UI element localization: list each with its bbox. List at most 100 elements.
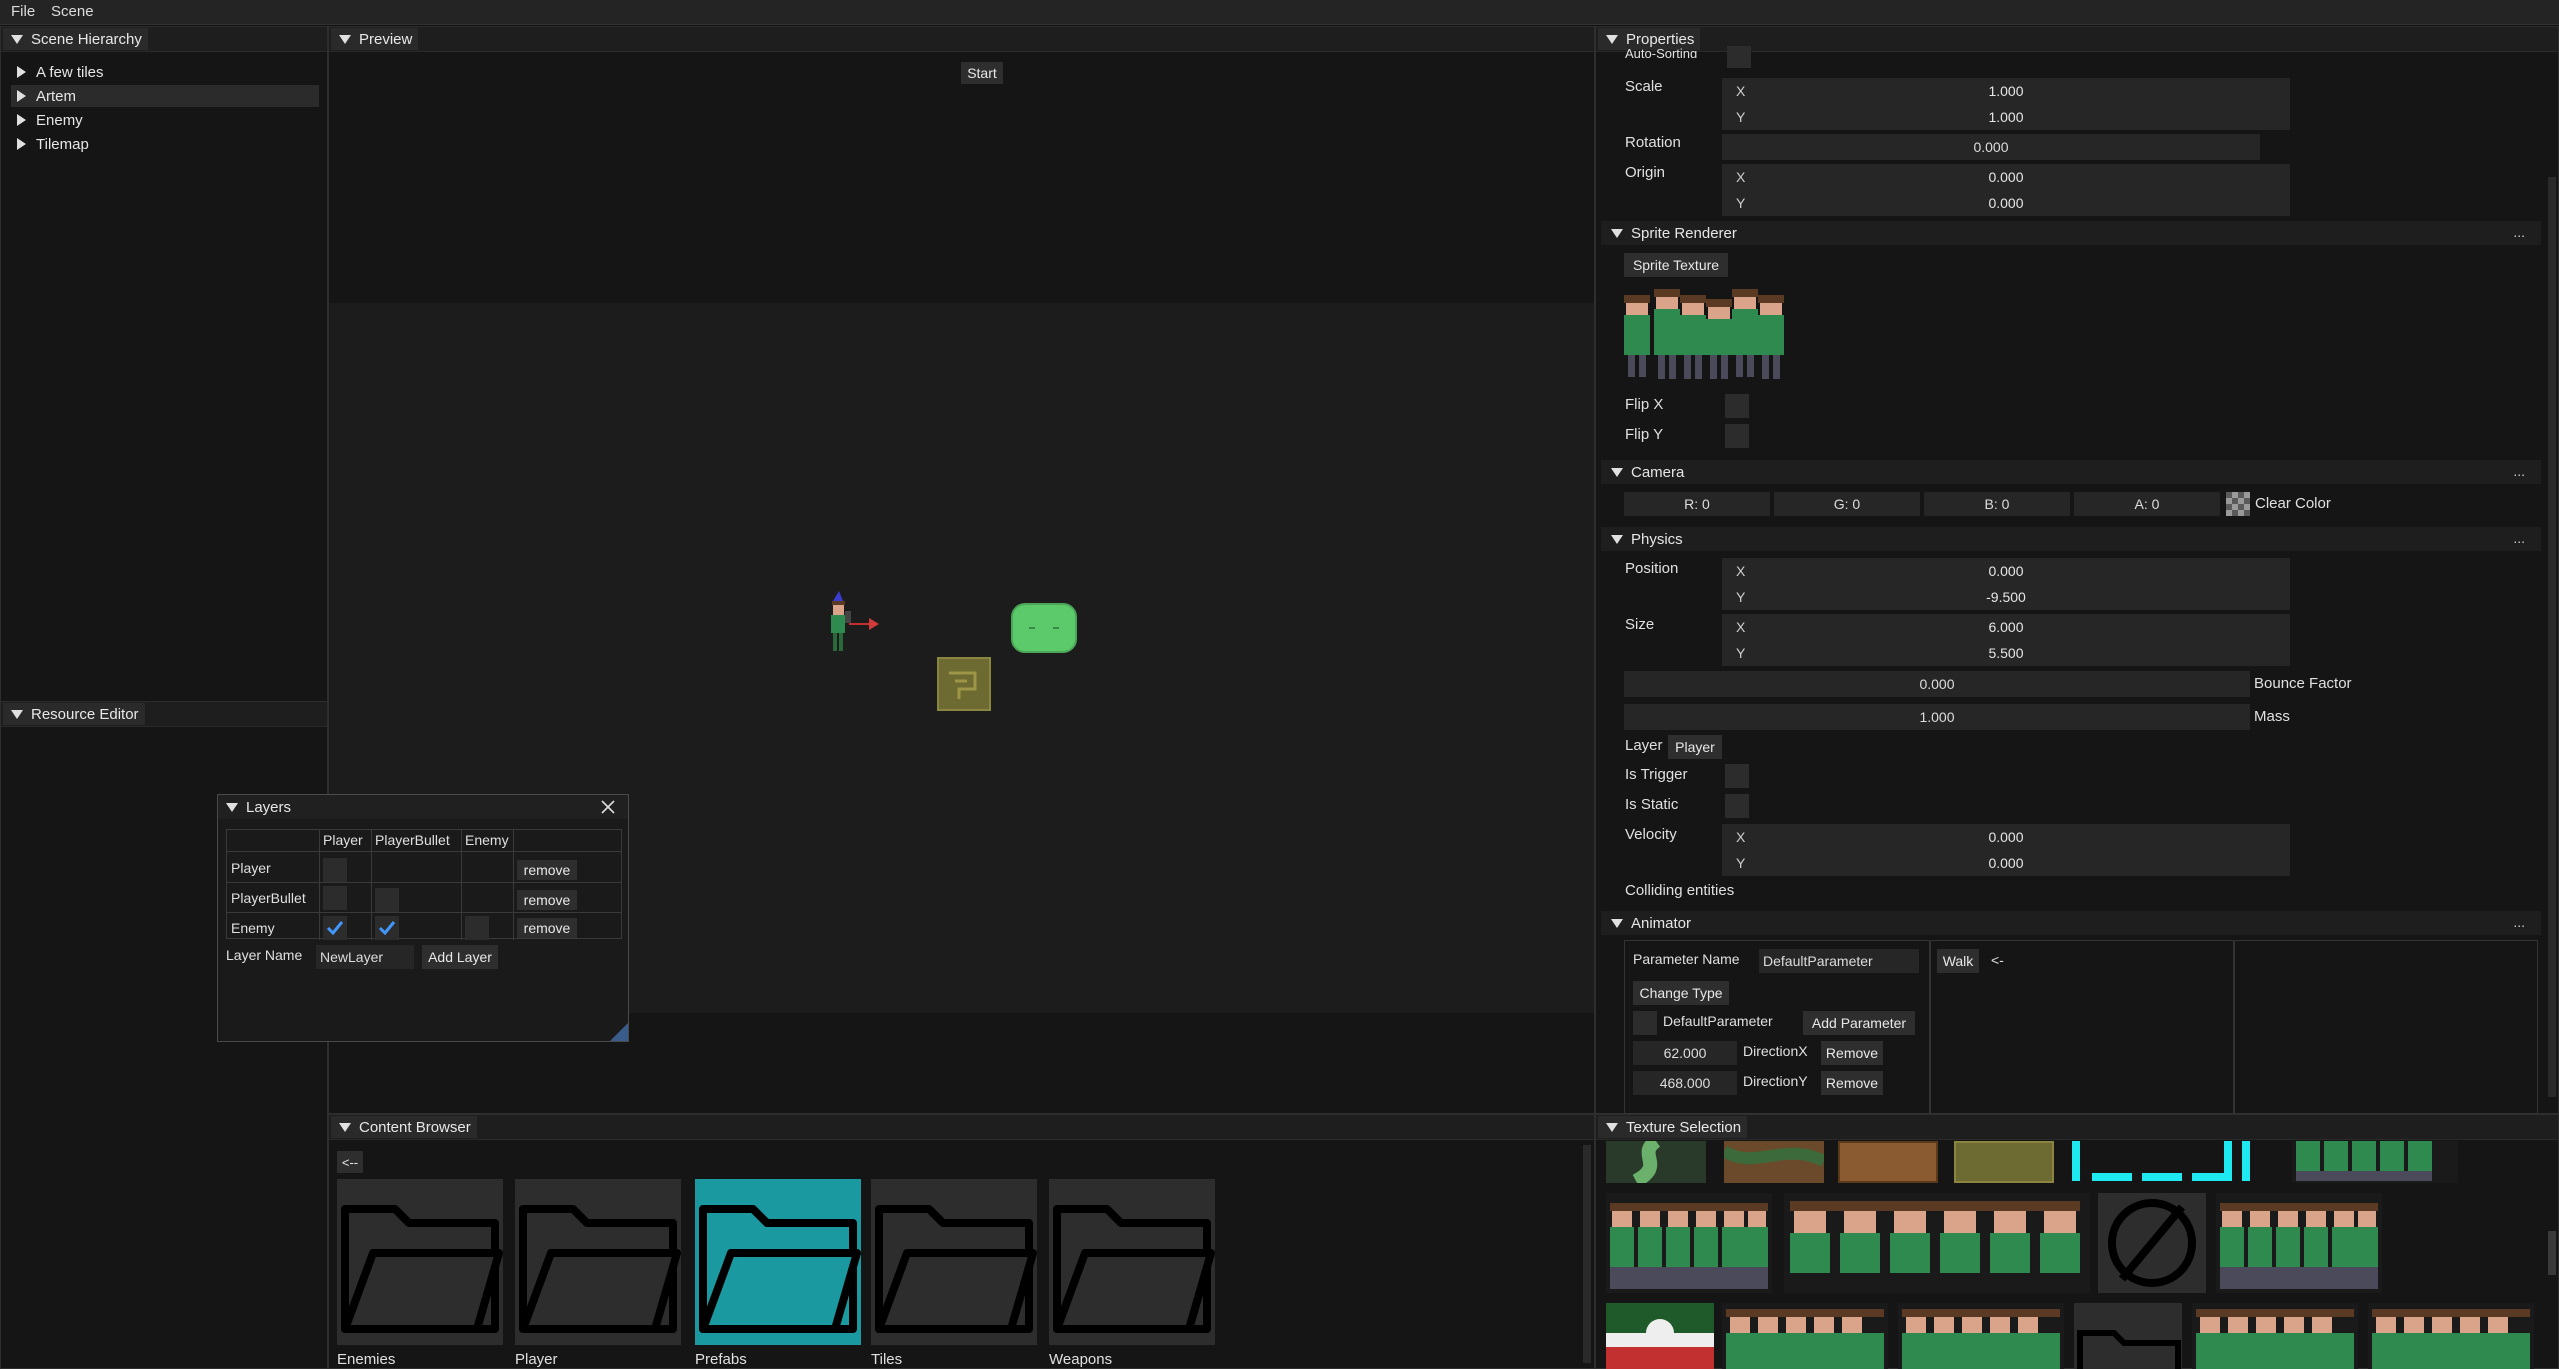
velocity-x-field[interactable]: X 0.000 [1722, 824, 2290, 850]
add-parameter-button[interactable]: Add Parameter [1803, 1011, 1915, 1035]
menu-file[interactable]: File [11, 3, 35, 20]
layer-checkbox[interactable] [323, 858, 347, 882]
parameter-value-field[interactable]: 62.000 [1633, 1041, 1737, 1065]
position-x-field[interactable]: X 0.000 [1722, 558, 2290, 584]
texture-thumb-player-sheet-2[interactable] [1722, 1303, 1888, 1369]
collapse-icon[interactable] [1606, 1122, 1618, 1132]
remove-button[interactable]: remove [517, 860, 577, 880]
collapse-icon[interactable] [11, 709, 23, 719]
parameter-name-input[interactable]: DefaultParameter [1759, 949, 1919, 973]
collapse-icon[interactable] [1611, 534, 1623, 544]
expand-arrow-icon[interactable] [17, 90, 26, 102]
texture-thumb-player-sheet-5[interactable] [2368, 1303, 2534, 1369]
tree-item-artem[interactable]: Artem [11, 85, 319, 107]
texture-thumb-folder-icon[interactable] [2074, 1303, 2182, 1369]
collapse-icon[interactable] [1606, 34, 1618, 44]
scale-y-field[interactable]: Y 1.000 [1722, 104, 2290, 130]
texture-selection-tab[interactable]: Texture Selection [1598, 1116, 1748, 1138]
texture-thumb-player-sheet[interactable] [2292, 1141, 2458, 1183]
walk-state-button[interactable]: Walk [1937, 949, 1979, 973]
texture-thumb-dirt[interactable] [1838, 1141, 1938, 1183]
tree-item-tilemap[interactable]: Tilemap [17, 133, 317, 155]
color-swatch[interactable] [2226, 492, 2250, 516]
collapse-icon[interactable] [1611, 467, 1623, 477]
start-button[interactable]: Start [961, 62, 1003, 84]
remove-button[interactable]: remove [517, 918, 577, 938]
folder-enemies[interactable] [337, 1179, 503, 1345]
menu-scene[interactable]: Scene [51, 3, 94, 20]
expand-arrow-icon[interactable] [17, 66, 26, 78]
more-options-icon[interactable]: ... [2513, 914, 2525, 930]
remove-parameter-button[interactable]: Remove [1821, 1041, 1883, 1065]
green-channel-field[interactable]: G: 0 [1774, 492, 1920, 516]
layer-checkbox[interactable] [465, 916, 489, 940]
position-y-field[interactable]: Y -9.500 [1722, 584, 2290, 610]
animator-header[interactable]: Animator ... [1601, 911, 2541, 935]
close-icon[interactable] [598, 797, 618, 817]
camera-header[interactable]: Camera ... [1601, 460, 2541, 484]
add-layer-button[interactable]: Add Layer [422, 945, 498, 969]
texture-thumb-player-run[interactable] [1606, 1193, 1772, 1293]
layer-checkbox[interactable] [323, 886, 347, 910]
bounce-factor-field[interactable]: 0.000 [1624, 671, 2250, 697]
tree-item-a-few-tiles[interactable]: A few tiles [17, 61, 317, 83]
expand-arrow-icon[interactable] [17, 114, 26, 126]
more-options-icon[interactable]: ... [2513, 224, 2525, 240]
alpha-channel-field[interactable]: A: 0 [2074, 492, 2220, 516]
blue-channel-field[interactable]: B: 0 [1924, 492, 2070, 516]
flip-y-checkbox[interactable] [1725, 424, 1749, 448]
folder-player[interactable] [515, 1179, 681, 1345]
physics-header[interactable]: Physics ... [1601, 527, 2541, 551]
tree-item-enemy[interactable]: Enemy [17, 109, 317, 131]
auto-sorting-checkbox[interactable] [1727, 46, 1751, 68]
texture-thumb-dirt-grass[interactable] [1724, 1141, 1824, 1183]
red-channel-field[interactable]: R: 0 [1624, 492, 1770, 516]
expand-arrow-icon[interactable] [17, 138, 26, 150]
layer-checkbox[interactable] [375, 888, 399, 912]
remove-button[interactable]: remove [517, 890, 577, 910]
collapse-icon[interactable] [339, 34, 351, 44]
folder-tiles[interactable] [871, 1179, 1037, 1345]
preview-tab[interactable]: Preview [331, 28, 419, 50]
mass-field[interactable]: 1.000 [1624, 704, 2250, 730]
texture-thumb-flag[interactable] [1606, 1303, 1714, 1369]
collapse-icon[interactable] [11, 34, 23, 44]
texture-thumb-grass-path[interactable] [1606, 1141, 1706, 1183]
more-options-icon[interactable]: ... [2513, 463, 2525, 479]
parameter-value-field[interactable]: 468.000 [1633, 1071, 1737, 1095]
back-button[interactable]: <-- [337, 1151, 363, 1173]
layer-checkbox-checked[interactable] [323, 916, 347, 940]
scrollbar[interactable] [2548, 1231, 2556, 1275]
layer-select-button[interactable]: Player [1668, 735, 1722, 759]
size-y-field[interactable]: Y 5.500 [1722, 640, 2290, 666]
texture-thumb-player-sheet-4[interactable] [2192, 1303, 2358, 1369]
texture-thumb-font[interactable] [2070, 1141, 2280, 1183]
is-trigger-checkbox[interactable] [1725, 764, 1749, 788]
collapse-icon[interactable] [339, 1122, 351, 1132]
scrollbar[interactable] [2548, 177, 2556, 1097]
scale-x-field[interactable]: X 1.000 [1722, 78, 2290, 104]
resource-editor-tab[interactable]: Resource Editor [3, 703, 145, 725]
resize-grip-icon[interactable] [610, 1023, 628, 1041]
sprite-texture-button[interactable]: Sprite Texture [1624, 253, 1728, 277]
texture-thumb-player-sheet-3[interactable] [1898, 1303, 2064, 1369]
sprite-renderer-header[interactable]: Sprite Renderer ... [1601, 221, 2541, 245]
origin-x-field[interactable]: X 0.000 [1722, 164, 2290, 190]
flip-x-checkbox[interactable] [1725, 394, 1749, 418]
layer-name-input[interactable]: NewLayer [316, 945, 414, 969]
collapse-icon[interactable] [1611, 228, 1623, 238]
velocity-y-field[interactable]: Y 0.000 [1722, 850, 2290, 876]
folder-weapons[interactable] [1049, 1179, 1215, 1345]
texture-thumb-tile[interactable] [1954, 1141, 2054, 1183]
scene-hierarchy-tab[interactable]: Scene Hierarchy [3, 28, 148, 50]
size-x-field[interactable]: X 6.000 [1722, 614, 2290, 640]
collapse-icon[interactable] [1611, 918, 1623, 928]
remove-parameter-button[interactable]: Remove [1821, 1071, 1883, 1095]
more-options-icon[interactable]: ... [2513, 530, 2525, 546]
origin-y-field[interactable]: Y 0.000 [1722, 190, 2290, 216]
parameter-bool-checkbox[interactable] [1633, 1011, 1657, 1035]
rotation-field[interactable]: 0.000 [1722, 134, 2260, 160]
collapse-icon[interactable] [226, 802, 238, 812]
is-static-checkbox[interactable] [1725, 794, 1749, 818]
texture-thumb-player-idle[interactable] [1784, 1193, 2090, 1293]
